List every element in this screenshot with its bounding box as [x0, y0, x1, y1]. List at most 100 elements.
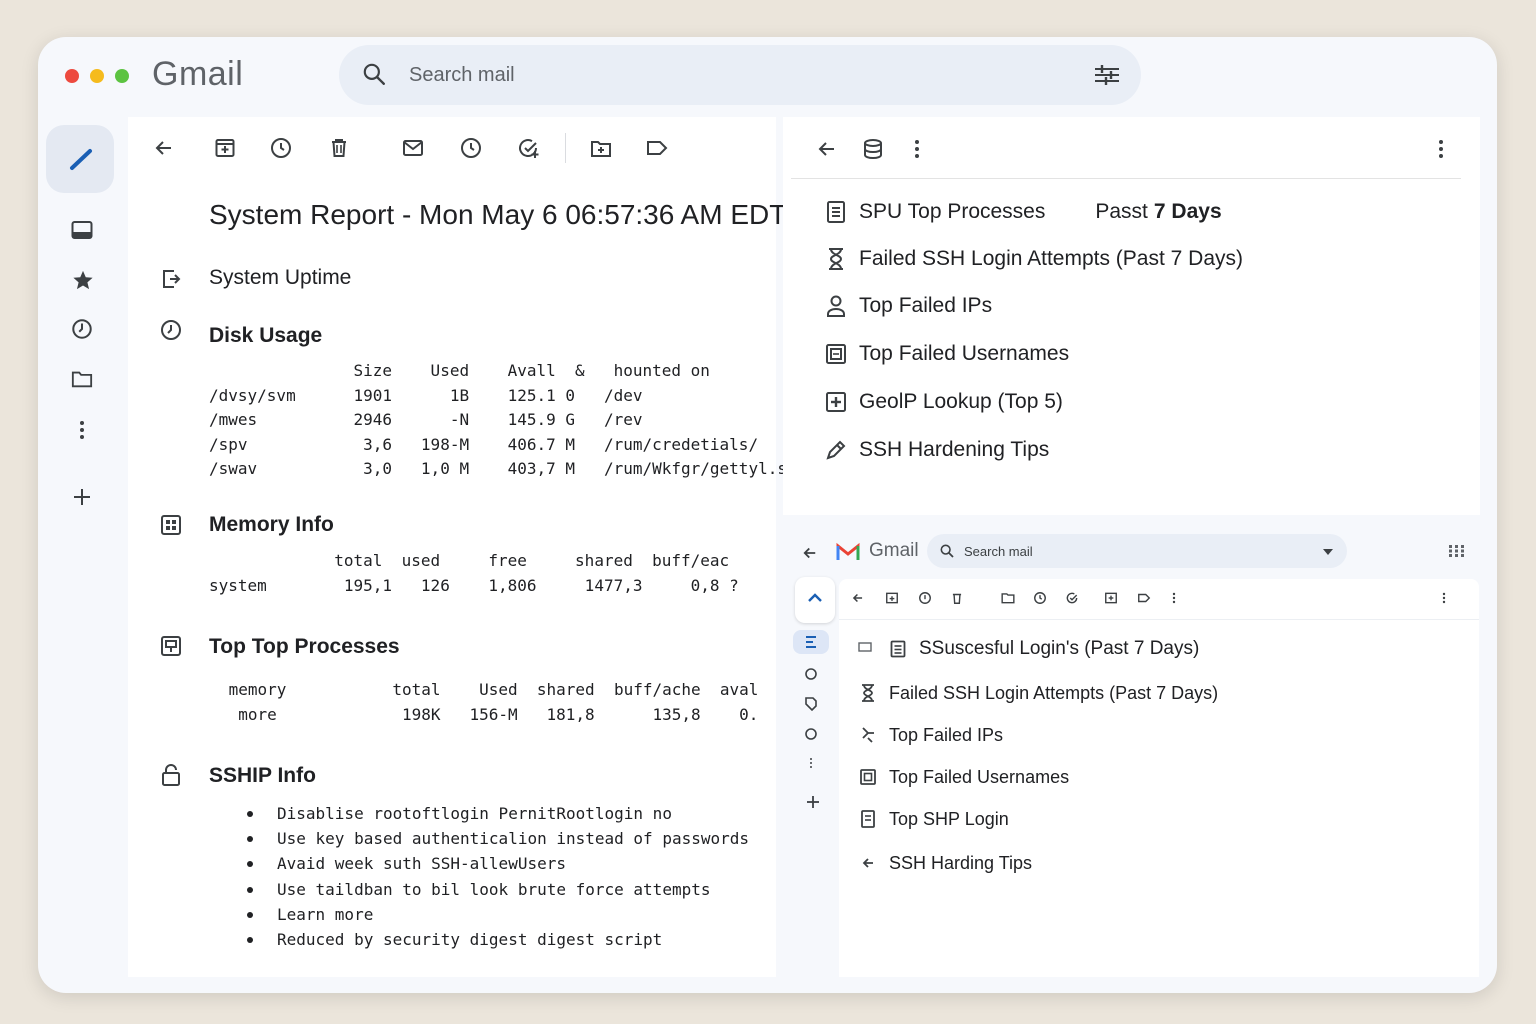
search-options-icon[interactable] — [1093, 61, 1121, 89]
square-list-icon — [859, 768, 877, 786]
nested-inbox-item[interactable] — [793, 630, 829, 654]
chevron-up-icon — [807, 593, 823, 603]
nested-compose-button[interactable] — [795, 577, 835, 623]
memory-info-table: total used free shared buff/eac system 1… — [209, 551, 739, 595]
list-item: Avaid week suth SSH-allewUsers — [247, 851, 749, 876]
move-to-icon[interactable] — [1104, 591, 1118, 605]
list-item: Use key based authenticalion instead of … — [247, 826, 749, 851]
clock-icon[interactable] — [459, 136, 483, 160]
report-item-label: GeolP Lookup (Top 5) — [859, 390, 1063, 413]
report-item-top-failed-usernames[interactable]: Top Failed Usernames — [823, 339, 1069, 369]
snooze-clock-icon[interactable] — [269, 136, 293, 160]
more-vert-icon[interactable] — [79, 420, 85, 440]
search-icon[interactable] — [939, 543, 955, 559]
email-subject: System Report - Mon May 6 06:57:36 AM ED… — [209, 199, 787, 230]
nested-gmail-title[interactable]: Gmail — [869, 540, 919, 562]
back-arrow-icon[interactable] — [851, 591, 865, 605]
minimize-window-button[interactable] — [90, 69, 104, 83]
label-icon[interactable] — [1137, 591, 1151, 605]
gmail-m-logo-icon[interactable] — [836, 542, 860, 562]
search-input[interactable]: Search mail — [409, 64, 515, 87]
inbox-icon[interactable] — [71, 220, 93, 240]
person-icon — [823, 293, 849, 319]
memory-info-title: Memory Info — [209, 513, 334, 536]
hourglass-icon — [823, 246, 849, 272]
folder-icon[interactable] — [71, 369, 93, 389]
clock-icon[interactable] — [805, 668, 817, 680]
label-icon[interactable] — [645, 136, 669, 160]
disk-usage-table: Size Used Avall & hounted on /dvsy/svm 1… — [209, 361, 787, 478]
nested-gmail-pane: Gmail Search mail SSuscesful Login's (Pa… — [783, 525, 1480, 977]
more-vert-icon[interactable] — [1442, 592, 1446, 604]
add-task-icon[interactable] — [1065, 591, 1079, 605]
database-icon[interactable] — [861, 137, 885, 161]
nested-report-item[interactable]: Top Failed IPs — [859, 722, 1003, 748]
chevron-down-icon[interactable] — [1323, 549, 1333, 555]
more-vert-icon[interactable] — [809, 757, 813, 769]
report-item-label: Top Failed IPs — [889, 724, 1004, 745]
back-arrow-icon[interactable] — [815, 137, 839, 161]
compose-button[interactable] — [46, 125, 114, 193]
divider — [791, 178, 1461, 179]
clock-icon — [160, 319, 182, 341]
checkbox-icon[interactable] — [858, 642, 872, 652]
archive-icon[interactable] — [885, 591, 899, 605]
report-item-failed-ssh[interactable]: Failed SSH Login Attempts (Past 7 Days) — [823, 244, 1243, 274]
search-bar[interactable]: Search mail — [339, 45, 1141, 105]
disk-usage-title: Disk Usage — [209, 324, 323, 347]
memory-chip-icon — [160, 635, 182, 657]
circle-icon[interactable] — [805, 728, 817, 740]
report-item-top-failed-ips[interactable]: Top Failed IPs — [823, 291, 992, 321]
top-processes-title: Top Top Processes — [209, 635, 400, 658]
star-icon[interactable] — [72, 269, 94, 291]
back-arrow-icon[interactable] — [801, 544, 819, 562]
search-icon[interactable] — [361, 61, 387, 87]
more-vert-icon[interactable] — [1172, 592, 1176, 604]
label-icon[interactable] — [805, 697, 817, 711]
nested-report-item[interactable]: SSH Harding Tips — [859, 850, 1032, 876]
nested-report-item[interactable]: Top SHP Login — [859, 806, 1009, 832]
report-item-label: SSuscesful Login's (Past 7 Days) — [919, 638, 1200, 659]
back-arrow-icon[interactable] — [152, 136, 176, 160]
clock-icon[interactable] — [1033, 591, 1047, 605]
report-item-ssh-hardening[interactable]: SSH Hardening Tips — [823, 435, 1049, 465]
report-item-label: SSH Hardening Tips — [859, 438, 1050, 461]
list-item: Disablise rootoftlogin PernitRootlogin n… — [247, 801, 749, 826]
list-item: Use taildban to bil look brute force att… — [247, 877, 749, 902]
folder-icon[interactable] — [1001, 591, 1015, 605]
pencil-icon — [823, 437, 849, 463]
mail-icon[interactable] — [401, 136, 425, 160]
report-item-label: Top Failed Usernames — [859, 342, 1070, 365]
report-item-geoip[interactable]: GeolP Lookup (Top 5) — [823, 387, 1063, 417]
add-icon[interactable] — [72, 487, 92, 507]
list-item: Learn more — [247, 902, 749, 927]
nested-search-bar[interactable]: Search mail — [927, 534, 1347, 568]
report-item-label: Top Failed Usernames — [889, 766, 1070, 787]
period-value: 7 Days — [1153, 200, 1222, 223]
archive-icon[interactable] — [213, 136, 237, 160]
divider — [839, 619, 1479, 620]
report-item-top-processes[interactable]: SPU Top Processes Passt 7 Days — [823, 197, 1222, 227]
gmail-logo[interactable]: Gmail — [152, 55, 243, 94]
logout-icon — [160, 268, 182, 290]
nested-content-card: SSuscesful Login's (Past 7 Days) Failed … — [839, 579, 1479, 977]
nested-report-item[interactable]: Top Failed Usernames — [859, 764, 1069, 790]
nested-report-item[interactable]: SSuscesful Login's (Past 7 Days) — [889, 636, 1199, 662]
add-task-icon[interactable] — [516, 136, 540, 160]
arrow-left-icon — [859, 854, 877, 872]
move-to-icon[interactable] — [589, 136, 613, 160]
nested-report-item[interactable]: Failed SSH Login Attempts (Past 7 Days) — [859, 680, 1218, 706]
add-box-icon — [823, 389, 849, 415]
clock-icon[interactable] — [71, 318, 93, 340]
trash-icon[interactable] — [327, 136, 351, 160]
more-vert-icon[interactable] — [914, 139, 920, 159]
trash-icon[interactable] — [950, 591, 964, 605]
nested-search-input[interactable]: Search mail — [964, 544, 1033, 559]
close-window-button[interactable] — [65, 69, 79, 83]
maximize-window-button[interactable] — [115, 69, 129, 83]
apps-grid-icon[interactable] — [1449, 545, 1465, 557]
info-icon[interactable] — [918, 591, 932, 605]
document-icon — [859, 810, 877, 828]
add-icon[interactable] — [806, 795, 820, 809]
more-vert-icon[interactable] — [1438, 139, 1444, 159]
